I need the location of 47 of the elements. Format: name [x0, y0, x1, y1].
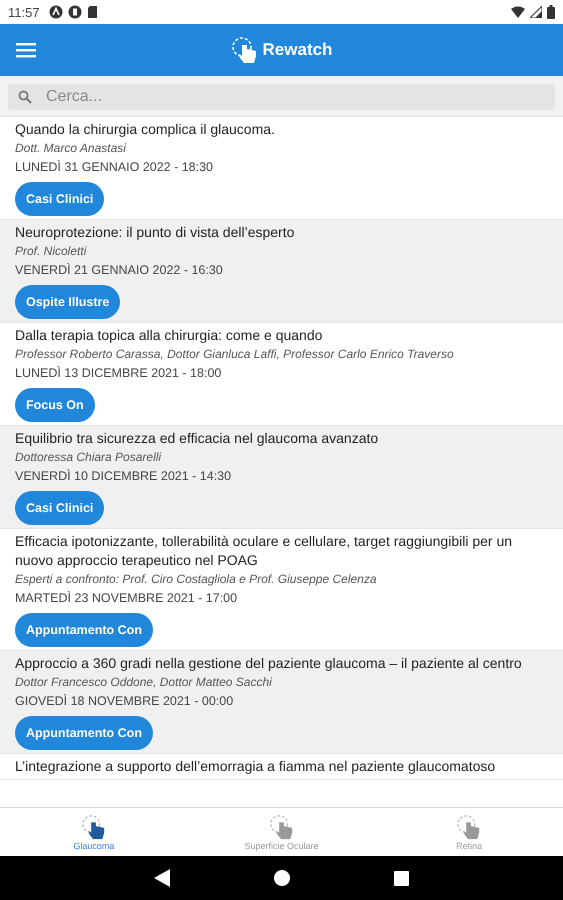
recents-icon[interactable] — [394, 870, 409, 886]
sd-card-icon — [86, 5, 98, 19]
event-speaker: Esperti a confronto: Prof. Ciro Costagliola e Prof. Giuseppe Celenza — [15, 571, 378, 588]
home-icon[interactable] — [274, 870, 290, 886]
event-title: L’integrazione a supporto dell’emorragia a fiamma nel paziente glaucomatoso — [15, 757, 496, 776]
event-title: Equilibrio tra sicurezza ed efficacia nel glaucoma avanzato — [15, 429, 380, 448]
status-time: 11:57 — [8, 4, 40, 20]
bottom-tab[interactable]: Glaucoma — [0, 808, 188, 856]
notification-icon — [68, 5, 82, 19]
event-speaker: Dott. Marco Anastasi — [15, 140, 128, 157]
event-card[interactable]: Equilibrio tra sicurezza ed efficacia nel glaucoma avanzato Dottoressa Chiara Posarelli VENERDÌ 10 DICEMBRE 2021 - 14:30 Casi Clinici — [0, 426, 563, 529]
search-field[interactable]: Cerca... — [8, 84, 555, 110]
event-speaker: Professor Roberto Carassa, Dottor Gianluca Laffi, Professor Carlo Enrico Traverso — [15, 346, 455, 363]
event-date: VENERDÌ 21 GENNAIO 2022 - 16:30 — [15, 262, 224, 279]
event-title: Approccio a 360 gradi nella gestione del paziente glaucoma – il paziente al centro — [15, 654, 523, 673]
event-card[interactable]: Approccio a 360 gradi nella gestione del paziente glaucoma – il paziente al centro Dottor Francesco Oddone, Dottor Matteo Sacchi GIOVEDÌ 18 NOVEMBRE 2021 - 00:00 Appuntamento Con — [0, 651, 563, 754]
event-card[interactable]: Neuroprotezione: il punto di vista dell’esperto Prof. Nicoletti VENERDÌ 21 GENNAIO 2022 - 16:30 Ospite Illustre — [0, 220, 563, 323]
event-date: LUNEDÌ 31 GENNAIO 2022 - 18:30 — [15, 159, 214, 176]
event-date: GIOVEDÌ 18 NOVEMBRE 2021 - 00:00 — [15, 693, 234, 710]
category-button[interactable]: Appuntamento Con — [15, 716, 153, 750]
event-date: VENERDÌ 10 DICEMBRE 2021 - 14:30 — [15, 468, 232, 485]
category-button[interactable]: Ospite Illustre — [15, 285, 120, 319]
event-title: Dalla terapia topica alla chirurgia: come e quando — [15, 326, 324, 345]
wifi-icon — [511, 6, 525, 18]
event-date: LUNEDÌ 13 DICEMBRE 2021 - 18:00 — [15, 365, 222, 382]
category-button[interactable]: Casi Clinici — [15, 491, 104, 525]
back-icon[interactable] — [154, 869, 170, 887]
event-title: Efficacia ipotonizzante, tollerabilità oculare e cellulare, target raggiungibili per un nuovo approccio terapeutico nel POAG — [15, 532, 514, 570]
app-title: Rewatch — [262, 40, 332, 60]
event-title: Neuroprotezione: il punto di vista dell’esperto — [15, 223, 296, 242]
category-button[interactable]: Focus On — [15, 388, 95, 422]
category-button[interactable]: Casi Clinici — [15, 182, 104, 216]
hand-tap-logo-icon — [230, 36, 259, 64]
bottom-tab[interactable]: Superficie Oculare — [188, 808, 376, 856]
event-title: Quando la chirurgia complica il glaucoma. — [15, 120, 276, 139]
event-speaker: Dottoressa Chiara Posarelli — [15, 449, 162, 466]
event-speaker: Prof. Nicoletti — [15, 243, 88, 260]
hand-tap-icon — [268, 814, 294, 840]
category-button[interactable]: Appuntamento Con — [15, 613, 153, 647]
event-speaker: Dottor Francesco Oddone, Dottor Matteo Sacchi — [15, 674, 273, 691]
bottom-tab[interactable]: Retina — [375, 808, 563, 856]
battery-icon — [547, 5, 555, 19]
notification-icon — [48, 5, 63, 19]
event-date: MARTEDÌ 23 NOVEMBRE 2021 - 17:00 — [15, 590, 238, 607]
hand-tap-icon — [80, 814, 107, 840]
menu-icon[interactable] — [16, 42, 36, 58]
signal-icon — [530, 6, 542, 18]
